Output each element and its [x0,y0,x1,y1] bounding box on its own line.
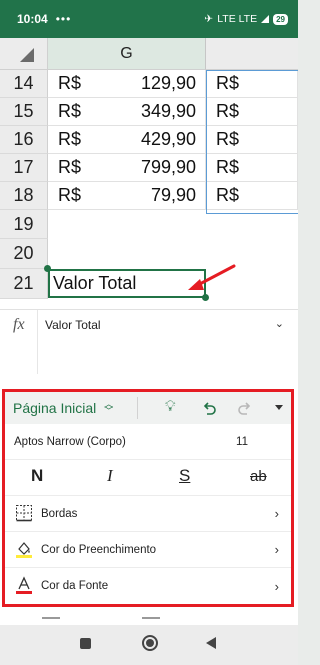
recent-apps-icon[interactable] [80,638,91,649]
row-header-15[interactable]: 15 [0,98,48,126]
cell-currency: R$ [58,185,82,205]
cell-g17[interactable]: R$ 799,90 [48,154,206,182]
select-all-corner[interactable] [0,38,48,70]
cell-currency: R$ [58,157,82,177]
red-arrow-icon [188,264,236,290]
chevron-right-icon: › [274,542,279,557]
borders-option[interactable]: Bordas › [5,496,291,532]
row-header-18[interactable]: 18 [0,182,48,210]
font-color-label: Cor da Fonte [41,580,109,592]
select-all-icon [20,48,34,62]
status-bar: 10:04 ••• ✈ LTE LTE 29 [0,0,298,38]
column-header-h[interactable] [206,38,298,70]
chevron-right-icon: › [274,506,279,521]
cell-g15[interactable]: R$ 349,90 [48,98,206,126]
signal-icon [261,15,270,23]
cell-g16[interactable]: R$ 429,90 [48,126,206,154]
back-icon[interactable] [206,637,216,649]
font-size[interactable]: 11 [236,436,248,448]
formula-bar[interactable]: fx Valor Total ⌄ [0,309,298,374]
fill-color-label: Cor do Preenchimento [41,543,157,556]
borders-label: Bordas [41,507,78,520]
redo-icon[interactable] [237,400,253,416]
home-icon[interactable] [142,635,158,651]
cell-currency: R$ [58,129,82,149]
vibrate-icon: ✈ [204,13,214,25]
cell-g19[interactable] [48,210,206,239]
notification-dots-icon: ••• [55,12,72,26]
function-icon[interactable]: fx [13,316,25,334]
more-options-caret-icon[interactable] [275,405,283,410]
italic-button[interactable]: I [107,466,113,486]
cell-amount: 79,90 [150,185,196,205]
font-color-option[interactable]: Cor da Fonte › [5,568,291,604]
tab-switch-chevrons-icon[interactable]: ︿ ﹀ [104,400,113,416]
network-indicators: LTE LTE [217,13,258,25]
excel-mobile-screen: 10:04 ••• ✈ LTE LTE 29 G 14 R$ 129,90 R$… [0,0,298,665]
cell-currency: R$ [58,101,82,121]
row-header-14[interactable]: 14 [0,70,48,98]
fill-color-icon [16,542,32,558]
column-h-range-border [206,70,298,214]
font-name[interactable]: Aptos Narrow (Corpo) [14,436,126,448]
ribbon-header: Página Inicial ︿ ﹀ 💡︎ [5,392,291,424]
cell-amount: 349,90 [140,101,196,121]
ribbon-tab-title[interactable]: Página Inicial [13,400,96,416]
strip-mark [142,617,160,619]
row-header-19[interactable]: 19 [0,210,48,239]
font-color-icon [16,576,32,594]
cell-currency: R$ [58,73,82,93]
strip-mark [42,617,60,619]
chevron-right-icon: › [274,578,279,594]
underline-button[interactable]: S [179,466,190,486]
formula-divider [37,310,38,374]
column-header-g[interactable]: G [48,38,206,70]
expand-formula-chevron-icon[interactable]: ⌄ [275,317,284,330]
lightbulb-icon[interactable]: 💡︎ [165,398,176,415]
cell-amount: 429,90 [140,129,196,149]
header-divider [137,397,139,419]
cell-g14[interactable]: R$ 129,90 [48,70,206,98]
borders-icon [16,505,32,522]
format-buttons-row: N I S ab [5,460,291,496]
font-row[interactable]: Aptos Narrow (Corpo) 11 [5,424,291,460]
row-header-21[interactable]: 21 [0,269,48,299]
cell-g18[interactable]: R$ 79,90 [48,182,206,210]
ribbon-bottom-strip [0,614,298,625]
row-header-16[interactable]: 16 [0,126,48,154]
undo-icon[interactable] [201,400,217,416]
strikethrough-button[interactable]: ab [250,468,267,485]
battery-icon: 29 [273,13,288,25]
cell-amount: 799,90 [140,157,196,177]
android-nav-bar [0,625,298,665]
formula-value[interactable]: Valor Total [45,318,101,332]
row-header-17[interactable]: 17 [0,154,48,182]
spreadsheet-grid[interactable]: G 14 R$ 129,90 R$ 15 R$ 349,90 R$ 16 R$ … [0,38,298,309]
cell-amount: 129,90 [140,73,196,93]
selection-handle-top[interactable] [44,265,51,272]
bold-button[interactable]: N [31,466,43,486]
status-time: 10:04 [17,12,48,26]
fill-color-option[interactable]: Cor do Preenchimento › [5,532,291,568]
row-header-20[interactable]: 20 [0,239,48,269]
